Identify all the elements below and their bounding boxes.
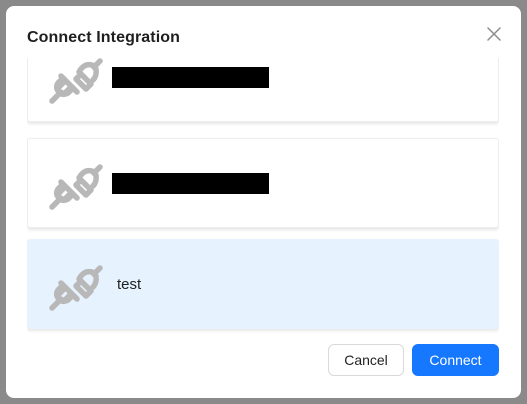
connect-button[interactable]: Connect [412, 344, 499, 376]
dialog-title: Connect Integration [27, 29, 181, 46]
plug-icon [49, 58, 103, 104]
cancel-button[interactable]: Cancel [328, 344, 404, 376]
redacted-name [112, 67, 269, 88]
redacted-name [112, 173, 269, 194]
plug-icon [49, 164, 103, 210]
integration-item[interactable] [27, 138, 499, 228]
integration-name: test [117, 276, 142, 293]
close-button[interactable] [486, 26, 502, 42]
connect-integration-dialog: Connect Integration test Cancel Connect [6, 6, 521, 398]
integration-item-test[interactable]: test [27, 239, 499, 329]
integration-list[interactable]: test [27, 58, 499, 334]
integration-item[interactable] [27, 58, 499, 122]
plug-icon [49, 265, 103, 311]
close-icon [487, 27, 501, 41]
